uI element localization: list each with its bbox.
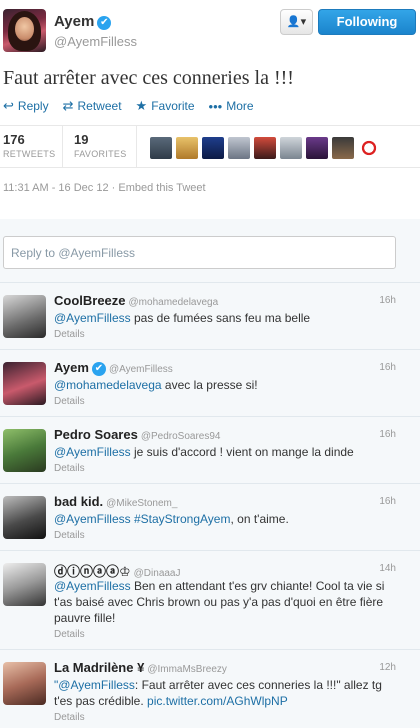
reply-text: @mohamedelavega avec la presse si! (54, 378, 258, 392)
reply-time[interactable]: 16h (379, 429, 396, 440)
list-item[interactable]: ⓓⓘⓝⓐⓐ♔ @DinaaaJ 14h @AyemFilless Ben en a… (0, 550, 420, 649)
pic-link[interactable]: pic.twitter.com/AGhWlpNP (147, 694, 288, 708)
avatar[interactable] (3, 563, 46, 606)
verified-icon: ✔ (91, 362, 106, 376)
avatar[interactable] (306, 137, 328, 159)
author-avatar[interactable] (3, 9, 46, 52)
tweet-text: Faut arrêter avec ces conneries la !!! (3, 67, 294, 89)
reply-text: @AyemFilless pas de fumées sans feu ma b… (54, 311, 311, 325)
details-link[interactable]: Details (54, 712, 85, 723)
reply-time[interactable]: 16h (379, 295, 396, 306)
replies-list: CoolBreeze @mohamedelavega 16h @AyemFille… (0, 282, 420, 728)
avatar[interactable] (358, 137, 380, 159)
list-item[interactable]: bad kid. @MikeStonem_ 16h @AyemFilless #S… (0, 483, 420, 550)
more-icon: ••• (208, 98, 223, 114)
details-link[interactable]: Details (54, 463, 85, 474)
avatar[interactable] (202, 137, 224, 159)
reply-text: @AyemFilless je suis d'accord ! vient on… (54, 445, 354, 459)
retweet-action[interactable]: ⇄ Retweet (63, 98, 122, 114)
avatar[interactable] (254, 137, 276, 159)
tweet-header: Ayem ✔ @AyemFilless 👤▾ Following (0, 0, 420, 60)
reply-action[interactable]: ↩ Reply (3, 98, 49, 114)
avatar[interactable] (3, 362, 46, 405)
author-name[interactable]: Ayem ✔ (54, 13, 112, 30)
reply-time[interactable]: 16h (379, 362, 396, 373)
retweets-stat[interactable]: 176 RETWEETS (3, 132, 55, 159)
tweet-stats: 176 RETWEETS 19 FAVORITES (0, 125, 420, 168)
retweeter-avatars (150, 137, 380, 159)
list-item[interactable]: Pedro Soares @PedroSoares94 16h @AyemFill… (0, 416, 420, 483)
more-action[interactable]: ••• More (209, 98, 254, 114)
details-link[interactable]: Details (54, 329, 85, 340)
star-icon: ★ (135, 98, 148, 113)
avatar[interactable] (150, 137, 172, 159)
details-link[interactable]: Details (54, 530, 85, 541)
verified-icon: ✔ (97, 16, 112, 30)
tweet-page: Ayem ✔ @AyemFilless 👤▾ Following Faut arr… (0, 0, 420, 728)
details-link[interactable]: Details (54, 629, 85, 640)
list-item[interactable]: CoolBreeze @mohamedelavega 16h @AyemFille… (0, 282, 420, 349)
reply-icon: ↩ (3, 98, 14, 113)
reply-text: @AyemFilless #StayStrongAyem, on t'aime. (54, 512, 289, 526)
avatar[interactable] (280, 137, 302, 159)
reply-text: @AyemFilless Ben en attendant t'es grv c… (54, 579, 385, 625)
avatar[interactable] (228, 137, 250, 159)
following-button[interactable]: Following (318, 9, 416, 35)
tweet-actions: ↩ Reply ⇄ Retweet ★ Favorite ••• More (3, 98, 254, 114)
author-handle[interactable]: @AyemFilless (54, 34, 137, 49)
hashtag-link[interactable]: #StayStrongAyem (131, 512, 231, 526)
avatar[interactable] (176, 137, 198, 159)
reply-time[interactable]: 12h (379, 662, 396, 673)
user-menu-button[interactable]: 👤▾ (280, 9, 313, 35)
reply-text: "@AyemFilless: Faut arrêter avec ces con… (54, 678, 382, 708)
avatar[interactable] (332, 137, 354, 159)
avatar[interactable] (3, 429, 46, 472)
favorite-action[interactable]: ★ Favorite (136, 98, 195, 114)
retweet-icon: ⇄ (62, 98, 74, 113)
avatar[interactable] (3, 295, 46, 338)
reply-time[interactable]: 14h (379, 563, 396, 574)
avatar[interactable] (3, 496, 46, 539)
tweet-timestamp[interactable]: 11:31 AM - 16 Dec 12 · Embed this Tweet (3, 182, 206, 194)
list-item[interactable]: La Madrilène ¥ @ImmaMsBreezy 12h "@AyemFi… (0, 649, 420, 728)
avatar[interactable] (3, 662, 46, 705)
details-link[interactable]: Details (54, 396, 85, 407)
favorites-stat[interactable]: 19 FAVORITES (74, 132, 127, 159)
reply-time[interactable]: 16h (379, 496, 396, 507)
reply-input[interactable]: Reply to @AyemFilless (3, 236, 396, 269)
list-item[interactable]: Ayem ✔ @AyemFilless 16h @mohamedelavega av… (0, 349, 420, 416)
